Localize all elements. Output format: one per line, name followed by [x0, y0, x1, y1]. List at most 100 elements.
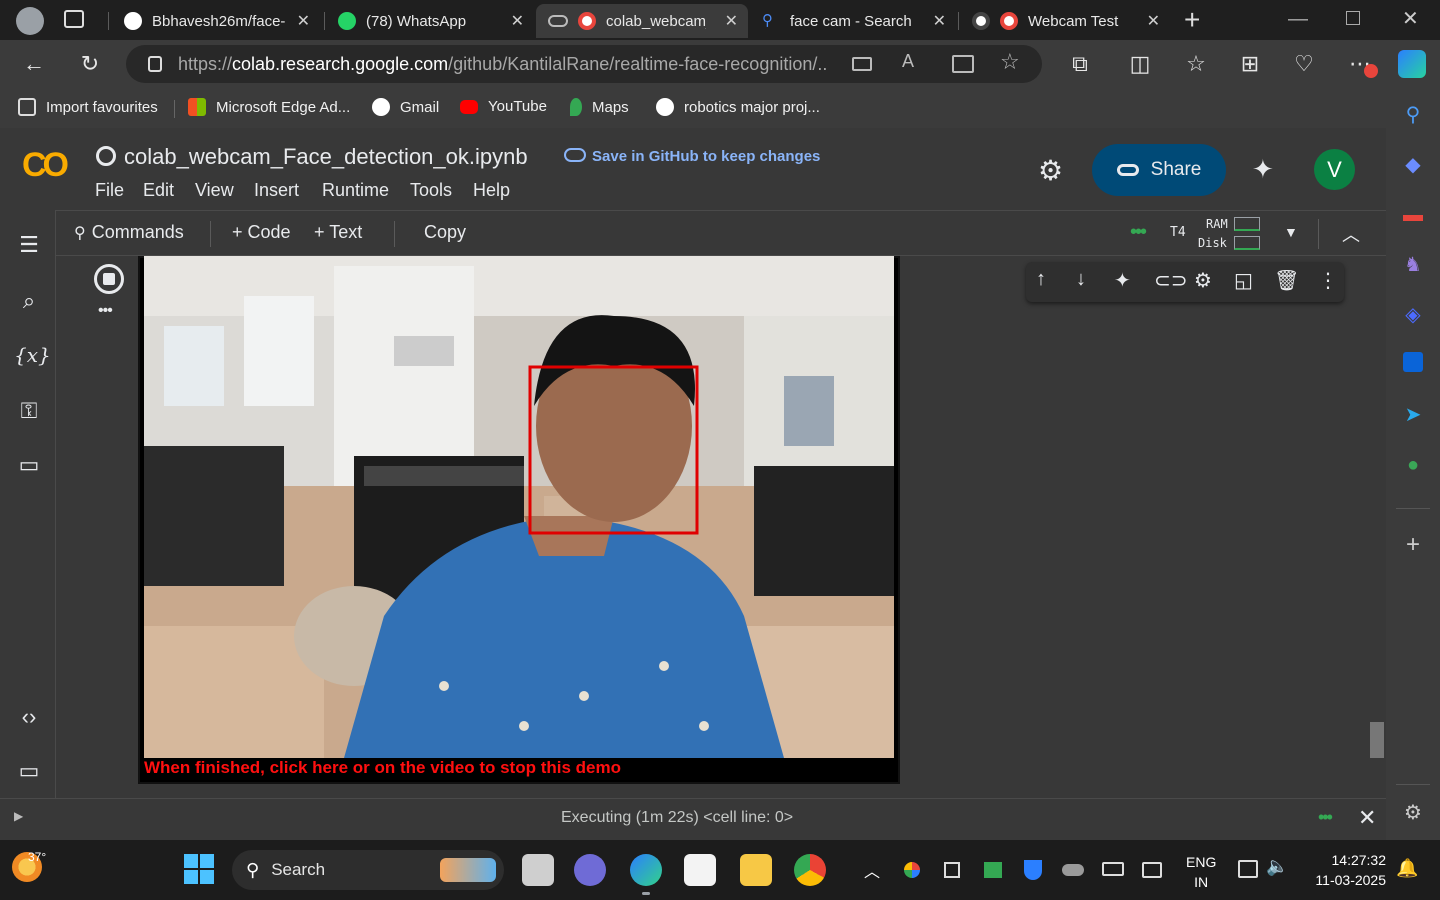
link-icon[interactable]: ⊂⊃	[1154, 268, 1188, 293]
tray-color-icon[interactable]	[904, 862, 920, 878]
task-view-icon[interactable]	[522, 854, 554, 886]
teams-icon[interactable]	[574, 854, 606, 886]
bookmark-maps[interactable]: Maps	[570, 98, 629, 116]
favorites-icon[interactable]: ☆	[1182, 50, 1210, 78]
tray-app-icon[interactable]	[984, 862, 1002, 878]
cell-more-options-icon[interactable]: ⋮	[1318, 268, 1338, 293]
runtime-dropdown-icon[interactable]: ▼	[1284, 224, 1298, 240]
add-code-button[interactable]: + Code	[232, 222, 291, 243]
tab-colab[interactable]: colab_webcam_ ✕	[536, 4, 748, 38]
user-avatar[interactable]: V	[1314, 149, 1355, 190]
file-explorer-icon[interactable]	[740, 854, 772, 886]
terminal-icon[interactable]: ▭	[14, 756, 44, 786]
close-icon[interactable]: ✕	[1147, 11, 1160, 31]
network-icon[interactable]	[1238, 860, 1258, 878]
delete-cell-icon[interactable]: 🗑	[1274, 268, 1299, 293]
colab-logo[interactable]: CO	[22, 146, 69, 185]
language-indicator[interactable]: ENG IN	[1186, 852, 1216, 892]
refresh-icon[interactable]: ↻	[76, 50, 104, 78]
cell-settings-icon[interactable]: ⚙	[1194, 268, 1212, 293]
back-icon[interactable]: ←	[20, 50, 48, 78]
menu-tools[interactable]: Tools	[410, 180, 452, 201]
bookmark-microsoft-edge[interactable]: Microsoft Edge Ad...	[188, 98, 350, 116]
minimize-button[interactable]: —	[1288, 8, 1308, 31]
tray-security-icon[interactable]	[1024, 860, 1042, 880]
runtime-type[interactable]: T4	[1170, 225, 1186, 240]
bookmark-robotics[interactable]: robotics major proj...	[656, 98, 820, 116]
collections-icon[interactable]: ⊞	[1236, 50, 1264, 78]
menu-edit[interactable]: Edit	[143, 180, 174, 201]
search-icon[interactable]: ⚲	[1400, 102, 1426, 128]
copy-to-drive-button[interactable]: Copy	[424, 222, 466, 243]
taskbar-search[interactable]: ⚲ Search	[232, 850, 504, 890]
collapse-header-icon[interactable]: ︿	[1342, 221, 1360, 247]
notification-bell-icon[interactable]: 🔔	[1396, 858, 1418, 879]
menu-help[interactable]: Help	[473, 180, 510, 201]
tree-icon[interactable]: ●	[1400, 452, 1426, 478]
shopping-icon[interactable]: ◆	[1400, 152, 1426, 178]
copilot-icon[interactable]	[1398, 50, 1426, 78]
tab-whatsapp[interactable]: (78) WhatsApp ✕	[326, 4, 534, 38]
immersive-reader-icon[interactable]	[952, 55, 974, 73]
new-tab-button[interactable]: +	[1184, 4, 1200, 36]
games-icon[interactable]: ♞	[1400, 252, 1426, 278]
restore-button[interactable]	[1346, 11, 1360, 25]
profile-avatar[interactable]	[16, 7, 44, 35]
expand-panel-icon[interactable]: ▶	[14, 809, 23, 823]
tab-webcam-test[interactable]: Webcam Test ✕	[960, 4, 1170, 38]
add-icon[interactable]: +	[1400, 532, 1426, 558]
tools-icon[interactable]: ▬	[1400, 202, 1426, 228]
notebook-title[interactable]: colab_webcam_Face_detection_ok.ipynb	[124, 144, 528, 170]
tray-display-icon[interactable]	[1142, 862, 1162, 878]
address-bar[interactable]: https://colab.research.google.com/github…	[126, 45, 1042, 83]
menu-file[interactable]: File	[95, 180, 124, 201]
edge-taskbar-icon[interactable]	[630, 854, 662, 886]
tab-actions-icon[interactable]	[64, 10, 84, 28]
stop-execution-button[interactable]	[94, 264, 124, 294]
bookmark-youtube[interactable]: YouTube	[460, 98, 547, 115]
stop-demo-link[interactable]: When finished, click here or on the vide…	[144, 758, 894, 778]
browser-essentials-icon[interactable]: ♡	[1290, 50, 1318, 78]
scrollbar-thumb[interactable]	[1370, 722, 1384, 758]
bookmark-import-favourites[interactable]: Import favourites	[18, 98, 158, 116]
split-screen-icon[interactable]: ◫	[1126, 50, 1154, 78]
variables-icon[interactable]: {x}	[14, 340, 51, 370]
clock[interactable]: 14:27:32 11-03-2025	[1300, 850, 1386, 890]
read-aloud-icon[interactable]: A	[902, 51, 914, 72]
menu-insert[interactable]: Insert	[254, 180, 299, 201]
save-github-link[interactable]: Save in GitHub to keep changes	[592, 148, 820, 165]
start-button[interactable]	[184, 854, 214, 884]
mirror-cell-icon[interactable]: ◱	[1234, 268, 1253, 293]
tray-copy-icon[interactable]	[944, 862, 960, 878]
webcam-video[interactable]	[144, 256, 894, 758]
gemini-sparkle-icon[interactable]: ✦	[1252, 154, 1274, 185]
cell-more-icon[interactable]: •••	[98, 302, 113, 320]
telegram-icon[interactable]: ➤	[1400, 402, 1426, 428]
tray-onedrive-icon[interactable]	[1062, 864, 1084, 876]
close-icon[interactable]: ✕	[297, 11, 310, 31]
tab-github[interactable]: Bbhavesh26m/face- ✕	[112, 4, 320, 38]
move-up-icon[interactable]: ↑	[1036, 268, 1046, 291]
files-folder-icon[interactable]: ▭	[14, 450, 44, 480]
code-snippets-icon[interactable]: ‹›	[14, 702, 44, 732]
camera-icon[interactable]	[852, 57, 872, 71]
extensions-icon[interactable]: ⧉	[1066, 50, 1094, 78]
find-icon[interactable]: ⌕	[14, 286, 44, 316]
settings-icon[interactable]: ⚙	[1400, 800, 1426, 826]
settings-gear-icon[interactable]: ⚙	[1038, 154, 1063, 187]
move-down-icon[interactable]: ↓	[1076, 268, 1086, 291]
menu-runtime[interactable]: Runtime	[322, 180, 389, 201]
volume-icon[interactable]: 🔈	[1266, 856, 1288, 877]
outlook-icon[interactable]	[1400, 352, 1426, 378]
close-icon[interactable]: ✕	[511, 11, 524, 31]
close-icon[interactable]: ✕	[933, 11, 946, 31]
bookmark-gmail[interactable]: Gmail	[372, 98, 439, 116]
store-icon[interactable]	[684, 854, 716, 886]
copilot-sidebar-icon[interactable]: ◈	[1400, 302, 1426, 328]
add-text-button[interactable]: + Text	[314, 222, 362, 243]
table-of-contents-icon[interactable]: ☰	[14, 230, 44, 260]
favorite-star-icon[interactable]: ☆	[1000, 49, 1020, 75]
close-status-icon[interactable]: ✕	[1358, 805, 1376, 831]
share-button[interactable]: Share	[1092, 144, 1226, 196]
close-icon[interactable]: ✕	[725, 11, 738, 31]
